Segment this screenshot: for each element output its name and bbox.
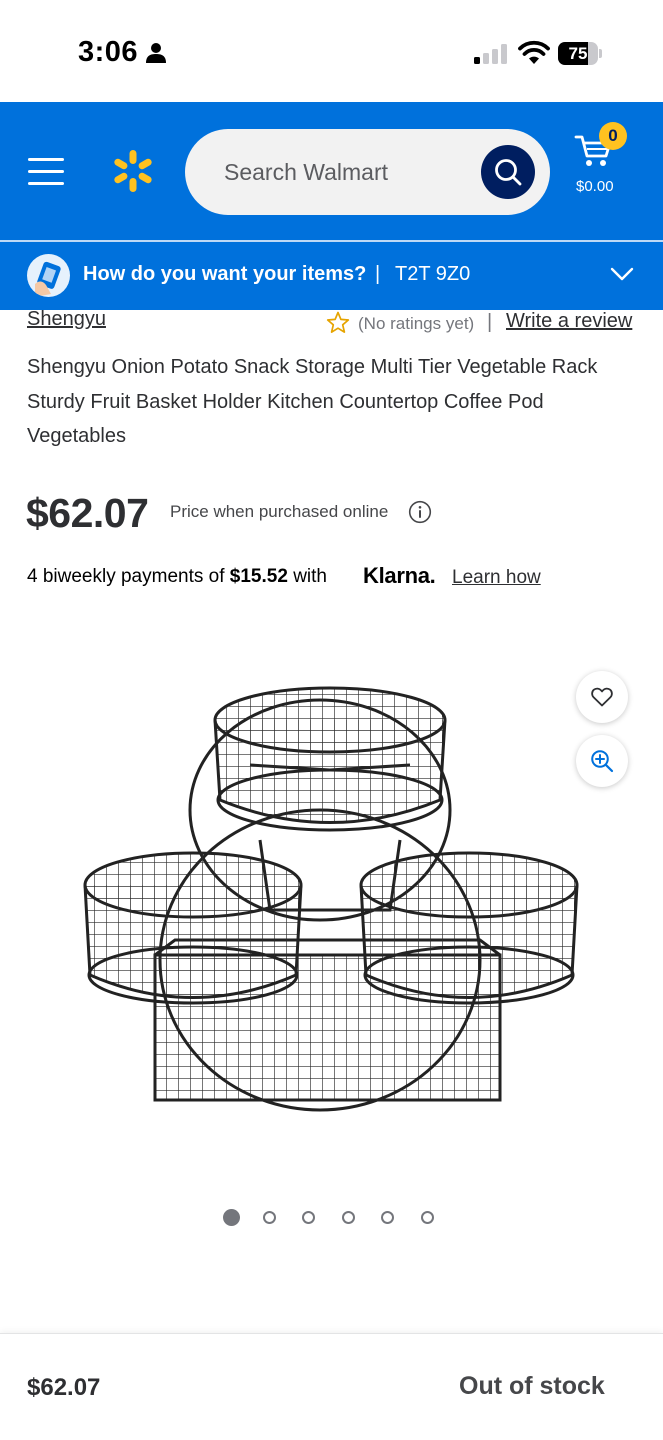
menu-button[interactable] <box>28 158 64 186</box>
klarna-with: with <box>293 566 327 587</box>
cart-total: $0.00 <box>576 178 614 195</box>
wifi-icon <box>518 40 550 64</box>
sticky-footer: $62.07 Out of stock <box>0 1333 663 1440</box>
klarna-installments: 4 biweekly payments of $15.52 with <box>27 566 327 588</box>
klarna-amount: $15.52 <box>229 566 288 587</box>
availability-status: Out of stock <box>459 1372 605 1400</box>
rating-text: (No ratings yet) <box>358 314 475 333</box>
search-icon <box>495 159 522 186</box>
person-icon <box>146 43 166 63</box>
klarna-prefix: 4 biweekly payments of <box>27 566 225 587</box>
product-price: $62.07 <box>26 490 149 536</box>
search-bar <box>185 129 550 215</box>
zoom-in-icon <box>591 750 614 773</box>
status-time: 3:06 <box>78 36 139 68</box>
chevron-down-icon <box>610 267 634 281</box>
star-icon <box>326 311 350 333</box>
status-bar: 3:06 75 <box>0 0 663 102</box>
product-title: Shengyu Onion Potato Snack Storage Multi… <box>27 356 598 447</box>
carousel-dot[interactable] <box>223 1209 240 1226</box>
fulfillment-selector[interactable]: How do you want your items? | T2T 9Z0 <box>0 242 663 310</box>
heart-icon <box>591 687 613 707</box>
add-to-favorites-button[interactable] <box>576 671 628 723</box>
search-input[interactable] <box>224 129 474 215</box>
battery-indicator: 75 <box>558 42 602 65</box>
footer-price: $62.07 <box>27 1374 101 1401</box>
info-icon[interactable] <box>408 500 432 524</box>
zoom-image-button[interactable] <box>576 735 628 787</box>
app-header: 0 $0.00 <box>0 102 663 240</box>
carousel-dot[interactable] <box>381 1211 394 1224</box>
write-review-link[interactable]: Write a review <box>506 310 632 333</box>
rating-separator: | <box>487 311 493 333</box>
cart-count-badge: 0 <box>599 122 627 150</box>
fulfillment-icon <box>27 254 70 297</box>
carousel-dot[interactable] <box>341 1211 355 1224</box>
battery-level: 75 <box>568 44 588 63</box>
carousel-dot[interactable] <box>302 1211 315 1224</box>
price-note: Price when purchased online <box>170 502 389 521</box>
carousel-dot[interactable] <box>420 1211 434 1224</box>
fulfillment-prompt: How do you want your items? <box>83 263 367 285</box>
search-button[interactable] <box>481 145 535 199</box>
cart-button[interactable]: 0 $0.00 <box>570 122 640 202</box>
carousel-dot[interactable] <box>262 1211 276 1224</box>
klarna-logo: Klarna. <box>363 563 436 588</box>
postal-code: T2T 9Z0 <box>395 263 471 285</box>
walmart-spark-logo[interactable] <box>110 148 156 194</box>
learn-how-link[interactable]: Learn how <box>452 567 541 589</box>
fulfillment-separator: | <box>375 263 381 285</box>
product-image[interactable] <box>70 670 590 1120</box>
brand-link[interactable]: Shengyu <box>27 308 106 331</box>
cellular-signal-icon <box>474 44 507 64</box>
